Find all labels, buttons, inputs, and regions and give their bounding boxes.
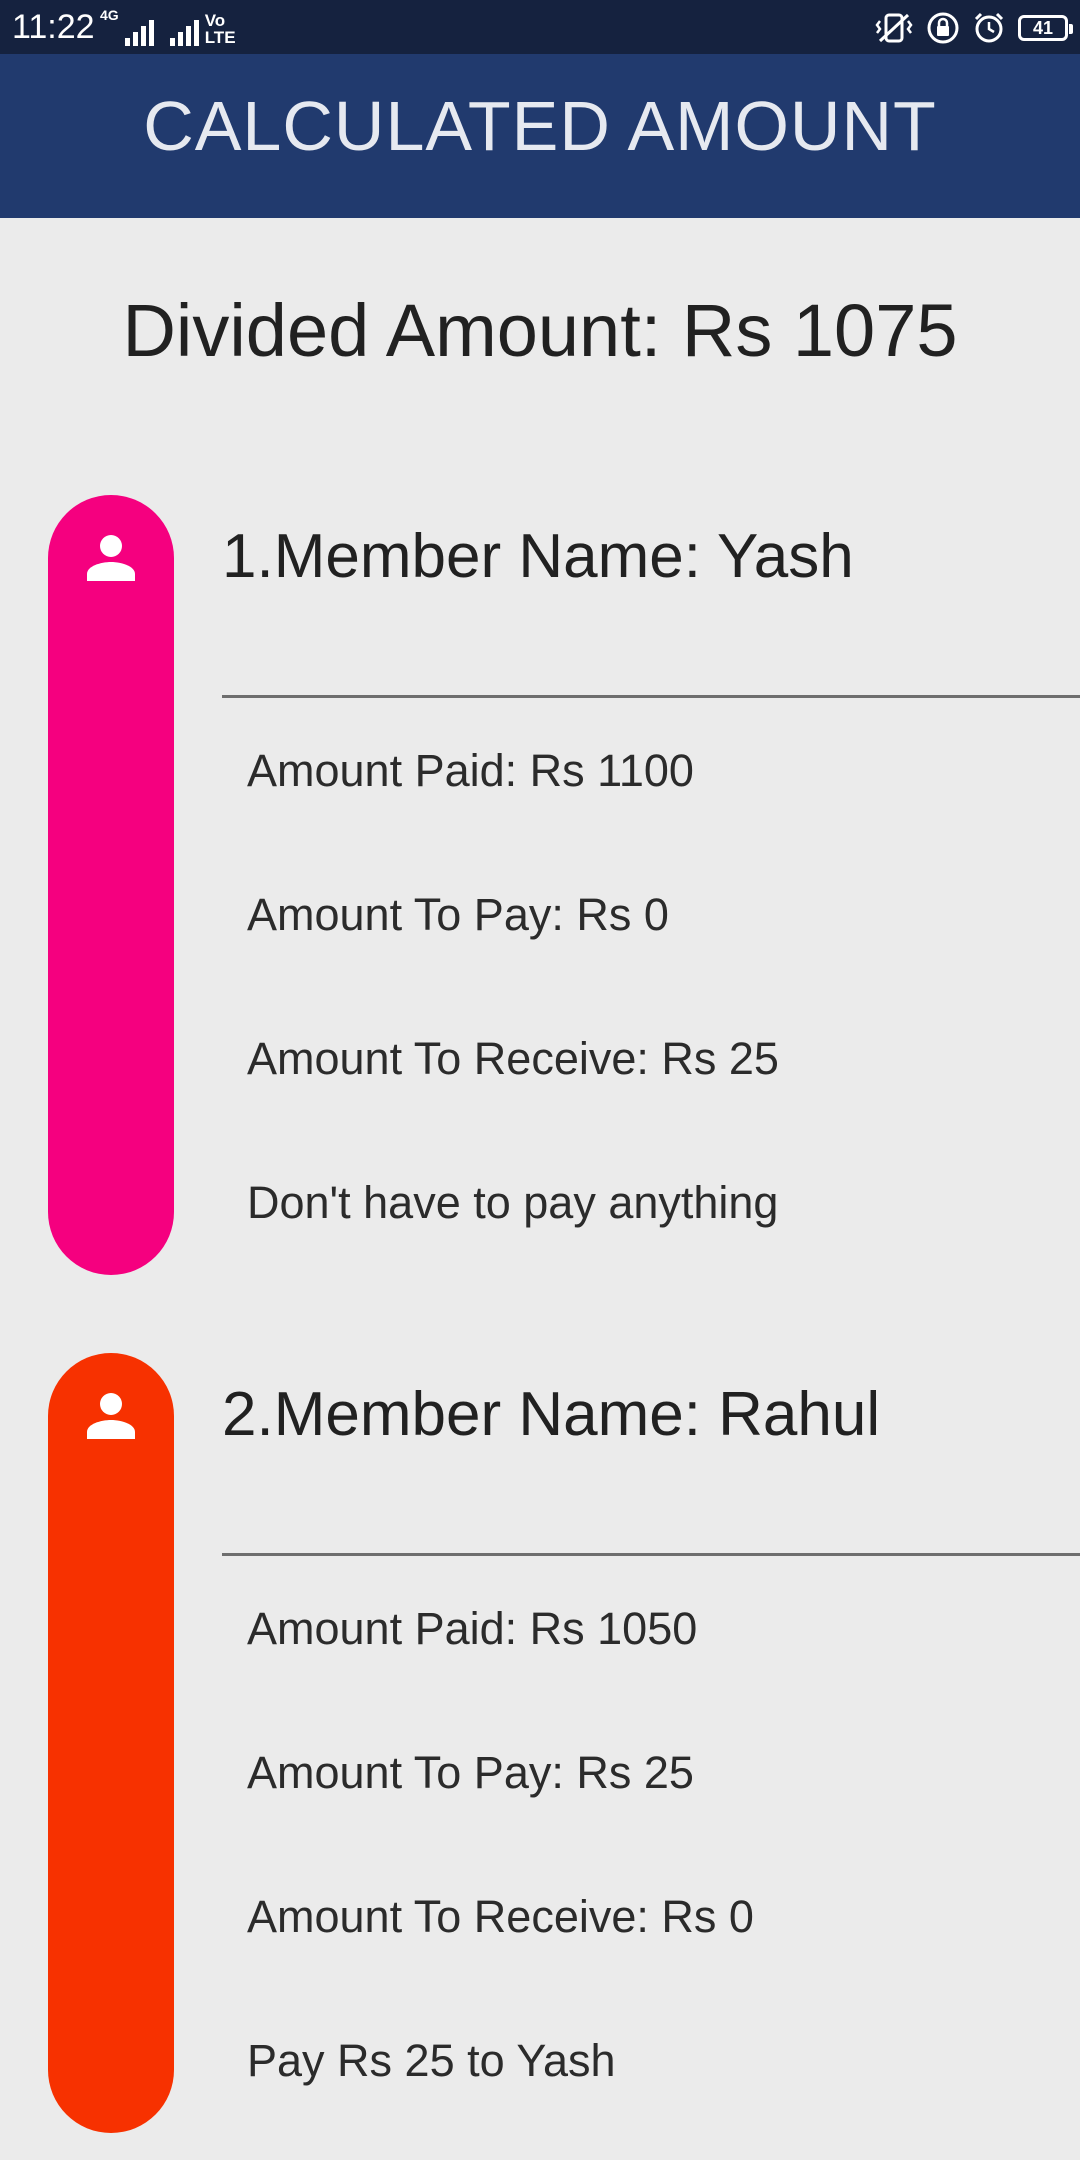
amount-to-receive: Amount To Receive: Rs 0: [247, 1891, 754, 1942]
signal-icon: [124, 16, 154, 46]
status-left-icons: 4G Vo LTE: [100, 8, 236, 46]
amount-to-pay: Amount To Pay: Rs 25: [247, 1747, 694, 1798]
status-right-icons: 41: [874, 10, 1073, 46]
member-name: 1.Member Name: Yash: [222, 522, 854, 591]
member-card: 1.Member Name: Yash Amount Paid: Rs 1100…: [0, 495, 1080, 1285]
volte-line2: LTE: [204, 28, 236, 47]
member-card: 2.Member Name: Rahul Amount Paid: Rs 105…: [0, 1353, 1080, 2143]
member-color-bar: [48, 1353, 174, 2133]
app-bar: CALCULATED AMOUNT: [0, 54, 1080, 218]
signal-icon: [169, 16, 199, 46]
vibrate-icon: [875, 13, 913, 43]
member-color-bar: [48, 495, 174, 1275]
member-name: 2.Member Name: Rahul: [222, 1380, 881, 1449]
divider: [222, 1553, 1080, 1556]
battery-icon: 41: [1018, 15, 1073, 41]
amount-paid: Amount Paid: Rs 1050: [247, 1603, 698, 1654]
amount-paid: Amount Paid: Rs 1100: [247, 745, 694, 796]
person-icon: [87, 535, 135, 581]
amount-to-receive: Amount To Receive: Rs 25: [247, 1033, 779, 1084]
alarm-icon: [974, 12, 1004, 43]
payment-status: Don't have to pay anything: [247, 1177, 779, 1228]
battery-level: 41: [1032, 17, 1054, 38]
person-icon: [87, 1393, 135, 1439]
amount-to-pay: Amount To Pay: Rs 0: [247, 889, 669, 940]
network-type-label: 4G: [100, 7, 119, 23]
status-bar: 11:22 4G Vo LTE 41: [0, 0, 1080, 54]
payment-status: Pay Rs 25 to Yash: [247, 2035, 616, 2086]
status-time: 11:22: [12, 8, 95, 46]
divider: [222, 695, 1080, 698]
volte-icon: Vo LTE: [205, 12, 236, 46]
page-title: CALCULATED AMOUNT: [143, 87, 937, 165]
lock-rotation-icon: [927, 12, 959, 44]
divided-amount: Divided Amount: Rs 1075: [122, 289, 958, 372]
volte-line1: Vo: [204, 11, 226, 30]
